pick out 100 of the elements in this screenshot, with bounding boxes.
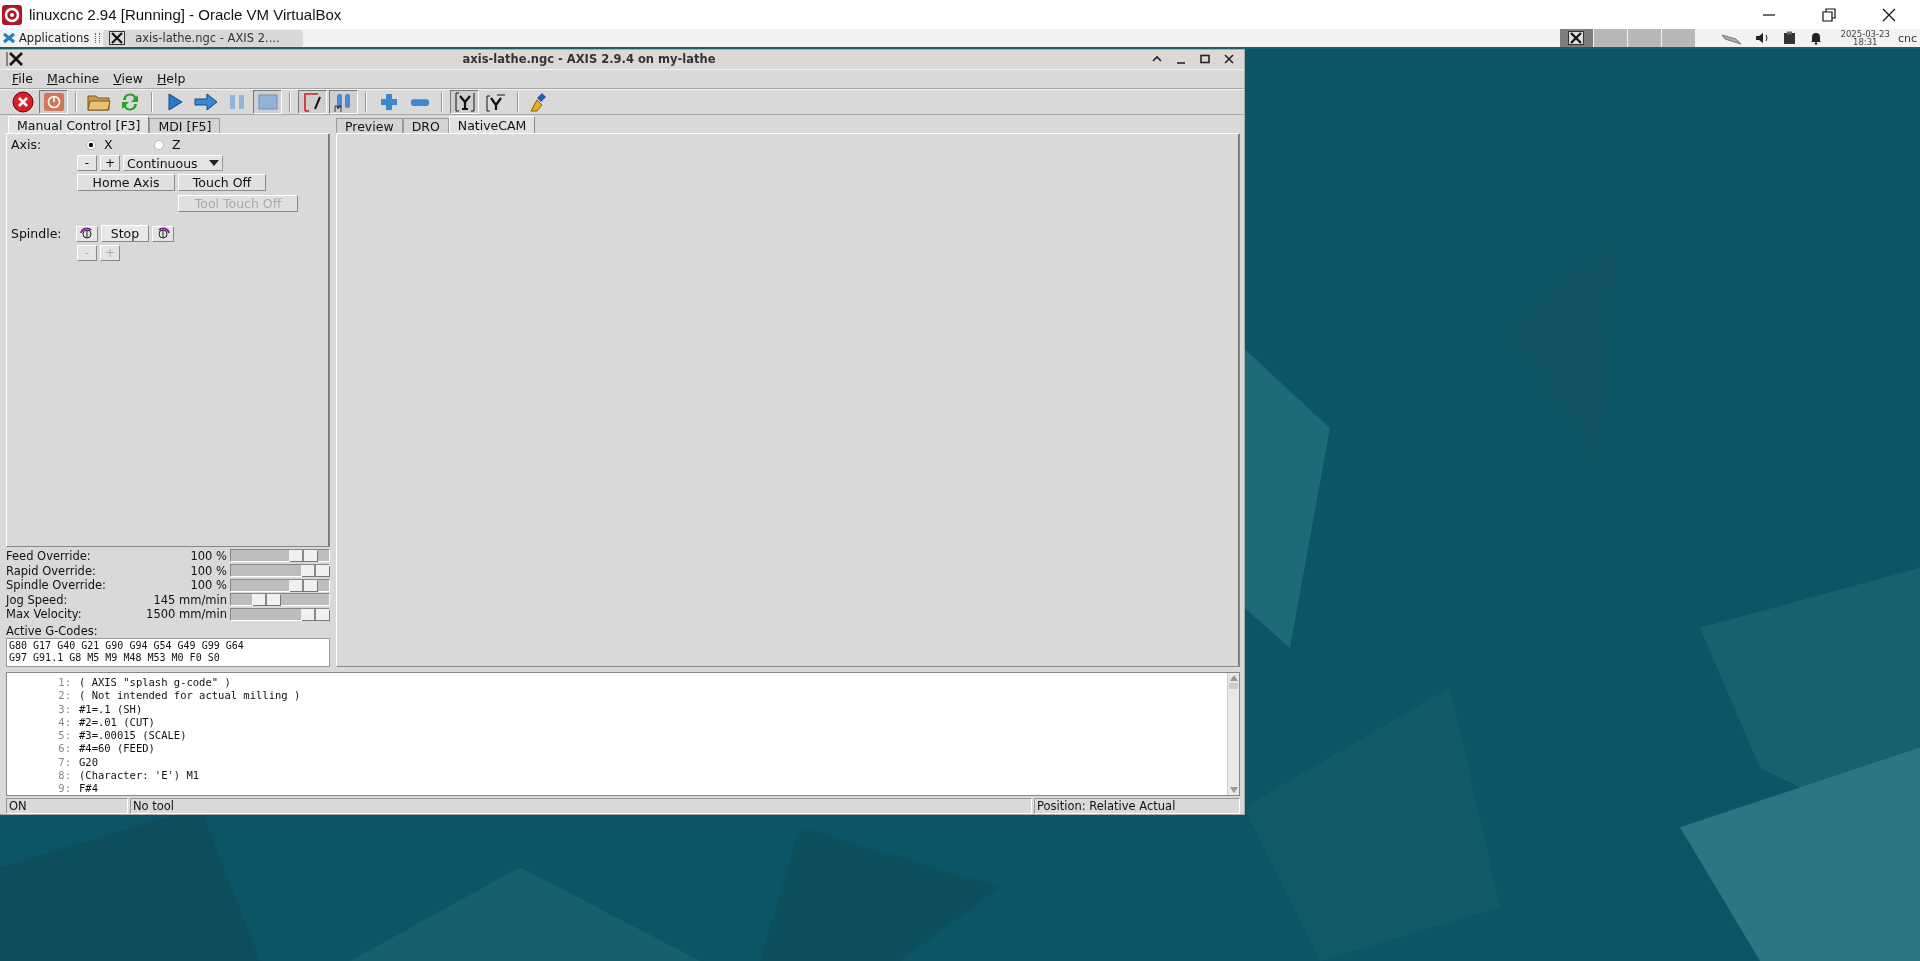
code-line: #2=.01 (CUT) <box>79 715 155 728</box>
action-button[interactable]: Touch Off <box>178 174 266 192</box>
window-title: axis-lathe.ngc - AXIS 2.9.4 on my-lathe <box>461 52 717 67</box>
rotate-left-icon <box>80 226 94 241</box>
line-number: 3: <box>57 702 72 715</box>
maximize-icon[interactable] <box>1200 54 1210 65</box>
line-number: 4: <box>57 715 72 728</box>
slider-track[interactable] <box>230 593 330 607</box>
line-number: 9: <box>57 782 72 795</box>
tab[interactable]: DRO <box>402 118 449 134</box>
caret-icon <box>209 160 219 167</box>
tab[interactable]: Preview <box>336 118 403 134</box>
network-icon[interactable] <box>1720 31 1743 45</box>
override-label: Max Velocity: <box>6 607 83 622</box>
line-number: 6: <box>57 742 72 755</box>
minus-icon <box>410 98 429 106</box>
scroll-down-icon[interactable] <box>1229 787 1238 793</box>
menu-item[interactable]: View <box>113 71 143 87</box>
taskbar-task[interactable]: axis-lathe.ngc - AXIS 2.... <box>103 29 304 47</box>
line-number: 5: <box>57 729 72 742</box>
menu-item[interactable]: Help <box>156 71 186 87</box>
code-line: #4=60 (FEED) <box>79 742 155 755</box>
user-name: cnc <box>1897 31 1917 45</box>
slider-track[interactable] <box>230 578 330 592</box>
action-button[interactable]: Home Axis <box>77 174 175 192</box>
stop-sign-icon <box>11 91 34 114</box>
code-line: #3=.00015 (SCALE) <box>79 729 187 742</box>
axis-radio[interactable]: Z <box>154 137 209 153</box>
code-line: ( Not intended for actual milling ) <box>79 689 301 702</box>
status-field: Position: Relative Actual <box>1034 798 1240 814</box>
override-value: 145 mm/min <box>153 592 227 607</box>
slider-thumb[interactable] <box>252 594 280 606</box>
override-label: Rapid Override: <box>6 563 97 578</box>
slash-icon <box>301 91 324 114</box>
slider-track[interactable] <box>230 564 330 578</box>
volume-icon[interactable] <box>1754 31 1771 45</box>
axis-label: Axis: <box>11 137 43 153</box>
spindle-forward-button[interactable] <box>152 225 174 242</box>
radio-button[interactable] <box>154 139 164 150</box>
jog-minus-button[interactable]: - <box>77 155 97 172</box>
clipboard-icon[interactable] <box>1782 31 1797 45</box>
code-line: #1=.1 (SH) <box>79 702 143 715</box>
close-icon[interactable] <box>1224 54 1234 65</box>
override-value: 100 % <box>190 548 227 563</box>
increment-dropdown[interactable]: Continuous <box>123 155 223 172</box>
slider-track[interactable] <box>230 549 330 563</box>
power-button[interactable] <box>39 90 68 115</box>
view-top-button[interactable] <box>450 90 479 115</box>
close-icon[interactable] <box>1882 7 1896 22</box>
override-value: 1500 mm/min <box>146 607 227 622</box>
menu-item[interactable]: File <box>12 71 33 87</box>
axis-radio[interactable]: X <box>86 137 141 153</box>
gcode-line: G97 G91.1 G8 M5 M9 M48 M53 M0 F0 S0 <box>9 651 221 664</box>
applications-menu[interactable]: Applications <box>0 31 93 45</box>
workspace-switcher[interactable] <box>1559 29 1593 47</box>
slider-track[interactable] <box>230 607 330 621</box>
separator-handle <box>95 33 101 43</box>
window-title: linuxcnc 2.94 [Running] - Oracle VM VirtualBox <box>29 6 342 23</box>
stop-button[interactable] <box>253 90 282 115</box>
jog-plus-button[interactable]: + <box>100 155 120 172</box>
block-delete-button[interactable] <box>298 90 327 115</box>
line-number: 8: <box>57 769 72 782</box>
spindle-reverse-button[interactable] <box>76 225 98 242</box>
tab[interactable]: Manual Control [F3] <box>8 116 150 134</box>
folder-icon <box>86 92 111 113</box>
slider-thumb[interactable] <box>289 579 318 591</box>
rotate-right-icon <box>156 226 170 241</box>
x-window-icon <box>6 52 26 67</box>
active-gcodes-label: Active G-Codes: <box>6 623 99 638</box>
power-icon <box>42 91 65 114</box>
override-label: Jog Speed: <box>6 592 69 607</box>
override-value: 100 % <box>190 578 227 593</box>
workspace-switcher[interactable] <box>1593 29 1627 47</box>
line-number: 7: <box>57 755 72 768</box>
tab[interactable]: NativeCAM <box>448 116 536 134</box>
slider-thumb[interactable] <box>301 565 329 577</box>
status-field: ON <box>6 798 128 814</box>
tab[interactable]: MDI [F5] <box>149 118 221 134</box>
override-value: 100 % <box>190 563 227 578</box>
line-number: 2: <box>57 689 72 702</box>
radio-button[interactable] <box>86 139 96 150</box>
spindle-stop-button[interactable]: Stop <box>101 225 149 243</box>
x-logo-icon <box>3 32 15 44</box>
code-line: (Character: 'E') M1 <box>79 769 200 782</box>
x-window-icon <box>109 31 126 45</box>
scroll-up-icon[interactable] <box>1229 675 1238 682</box>
optional-stop-button[interactable] <box>329 90 358 115</box>
override-label: Feed Override: <box>6 548 92 563</box>
scrollbar[interactable] <box>1227 673 1239 795</box>
workspace-switcher[interactable] <box>1661 29 1695 47</box>
menu-item[interactable]: Machine <box>46 71 100 87</box>
y-letter-icon <box>484 91 507 114</box>
line-number: 1: <box>57 675 72 688</box>
status-field: No tool <box>130 798 1032 814</box>
time-text: 18:31 <box>1852 38 1878 46</box>
slider-thumb[interactable] <box>289 550 318 562</box>
workspace-switcher[interactable] <box>1627 29 1661 47</box>
restore-icon[interactable] <box>1822 7 1836 22</box>
gcode-line: G80 G17 G40 G21 G90 G94 G54 G49 G99 G64 <box>9 639 245 652</box>
slider-thumb[interactable] <box>301 608 329 620</box>
